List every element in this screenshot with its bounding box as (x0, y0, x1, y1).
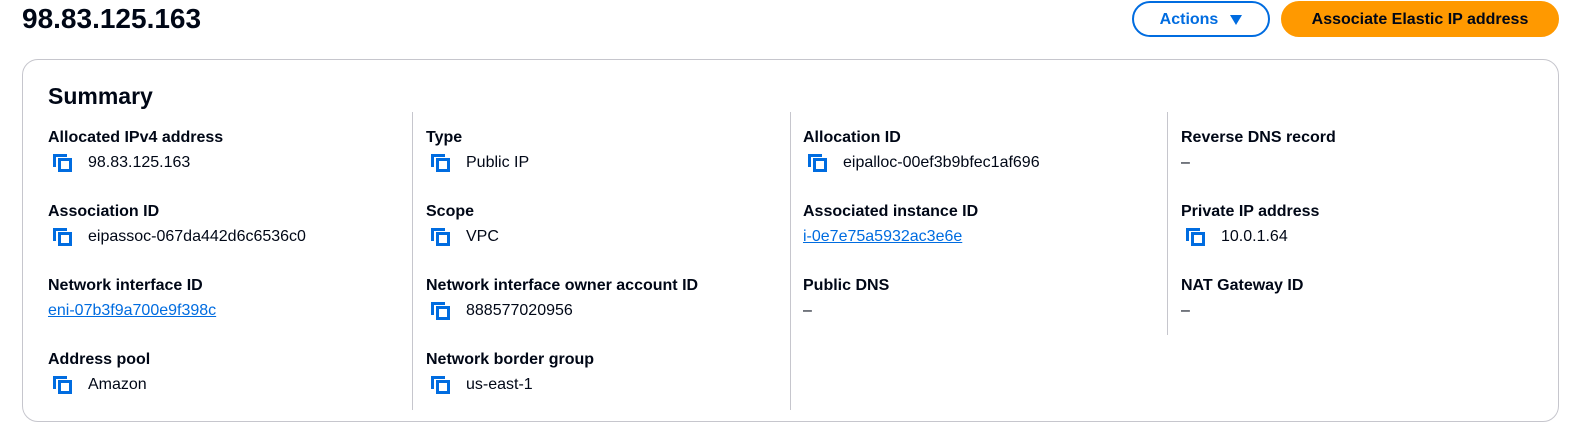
field-value-row: VPC (426, 227, 786, 247)
field-label: Network interface ID (48, 277, 203, 294)
field-address-pool: Address pool Amazon (48, 350, 408, 395)
field-type: Type Public IP (426, 128, 786, 173)
field-network-interface-id: Network interface ID eni-07b3f9a700e9f39… (48, 276, 408, 321)
private-ip-value: 10.0.1.64 (1221, 228, 1288, 245)
field-value-row: i-0e7e75a5932ac3e6e (803, 227, 1163, 247)
copy-icon[interactable] (431, 154, 451, 172)
field-value-row: eipalloc-00ef3b9bfec1af696 (803, 153, 1163, 173)
field-allocation-id: Allocation ID eipalloc-00ef3b9bfec1af696 (803, 128, 1163, 173)
field-value-row: us-east-1 (426, 375, 786, 395)
field-value-row: – (1181, 153, 1541, 173)
summary-container: Summary Allocated IPv4 address 98.83.125… (22, 59, 1559, 422)
field-allocated-ipv4-address: Allocated IPv4 address 98.83.125.163 (48, 128, 408, 173)
field-value-row: eipassoc-067da442d6c6536c0 (48, 227, 408, 247)
copy-icon[interactable] (53, 228, 73, 246)
actions-dropdown-button[interactable]: Actions (1132, 1, 1270, 37)
field-network-border-group: Network border group us-east-1 (426, 350, 786, 395)
network-interface-link[interactable]: eni-07b3f9a700e9f398c (48, 301, 216, 321)
nat-gateway-value: – (1181, 302, 1190, 319)
field-label: Associated instance ID (803, 203, 979, 220)
field-label: Allocated IPv4 address (48, 129, 224, 146)
field-value-row: 10.0.1.64 (1181, 227, 1541, 247)
association-id-value: eipassoc-067da442d6c6536c0 (88, 228, 306, 245)
copy-icon[interactable] (1186, 228, 1206, 246)
network-border-group-value: us-east-1 (466, 376, 533, 393)
field-label: Network interface owner account ID (426, 277, 699, 294)
actions-button-label: Actions (1159, 11, 1219, 28)
field-label: Address pool (48, 351, 151, 368)
field-label: Type (426, 129, 463, 146)
field-private-ip-address: Private IP address 10.0.1.64 (1181, 202, 1541, 247)
field-associated-instance-id: Associated instance ID i-0e7e75a5932ac3e… (803, 202, 1163, 247)
page-title: 98.83.125.163 (22, 3, 202, 34)
field-nat-gateway-id: NAT Gateway ID – (1181, 276, 1541, 321)
copy-icon[interactable] (431, 302, 451, 320)
field-value-row: Amazon (48, 375, 408, 395)
copy-icon[interactable] (431, 376, 451, 394)
field-value-row: 98.83.125.163 (48, 153, 408, 173)
reverse-dns-value: – (1181, 154, 1190, 171)
summary-title: Summary (48, 83, 153, 109)
field-label: Scope (426, 203, 475, 220)
owner-account-id-value: 888577020956 (466, 302, 573, 319)
scope-value: VPC (466, 228, 499, 245)
field-label: Private IP address (1181, 203, 1320, 220)
column-divider (790, 112, 791, 410)
field-network-interface-owner-account-id: Network interface owner account ID 88857… (426, 276, 786, 321)
field-value-row: – (1181, 301, 1541, 321)
copy-icon[interactable] (431, 228, 451, 246)
address-pool-value: Amazon (88, 376, 147, 393)
field-association-id: Association ID eipassoc-067da442d6c6536c… (48, 202, 408, 247)
field-value-row: 888577020956 (426, 301, 786, 321)
field-label: Reverse DNS record (1181, 129, 1336, 146)
copy-icon[interactable] (808, 154, 828, 172)
associate-elastic-ip-button[interactable]: Associate Elastic IP address (1281, 1, 1559, 37)
field-label: Network border group (426, 351, 595, 368)
allocated-ipv4-value: 98.83.125.163 (88, 154, 191, 171)
allocation-id-value: eipalloc-00ef3b9bfec1af696 (843, 154, 1040, 171)
caret-down-icon (1230, 15, 1243, 25)
public-dns-value: – (803, 302, 812, 319)
field-label: NAT Gateway ID (1181, 277, 1304, 294)
field-label: Allocation ID (803, 129, 901, 146)
field-value-row: Public IP (426, 153, 786, 173)
field-label: Public DNS (803, 277, 890, 294)
column-divider (1167, 112, 1168, 335)
field-scope: Scope VPC (426, 202, 786, 247)
associated-instance-link[interactable]: i-0e7e75a5932ac3e6e (803, 227, 962, 247)
field-value-row: eni-07b3f9a700e9f398c (48, 301, 408, 321)
field-value-row: – (803, 301, 1163, 321)
copy-icon[interactable] (53, 154, 73, 172)
field-reverse-dns-record: Reverse DNS record – (1181, 128, 1541, 173)
column-divider (412, 112, 413, 410)
field-label: Association ID (48, 203, 160, 220)
copy-icon[interactable] (53, 376, 73, 394)
type-value: Public IP (466, 154, 530, 171)
associate-button-label: Associate Elastic IP address (1311, 11, 1529, 28)
field-public-dns: Public DNS – (803, 276, 1163, 321)
